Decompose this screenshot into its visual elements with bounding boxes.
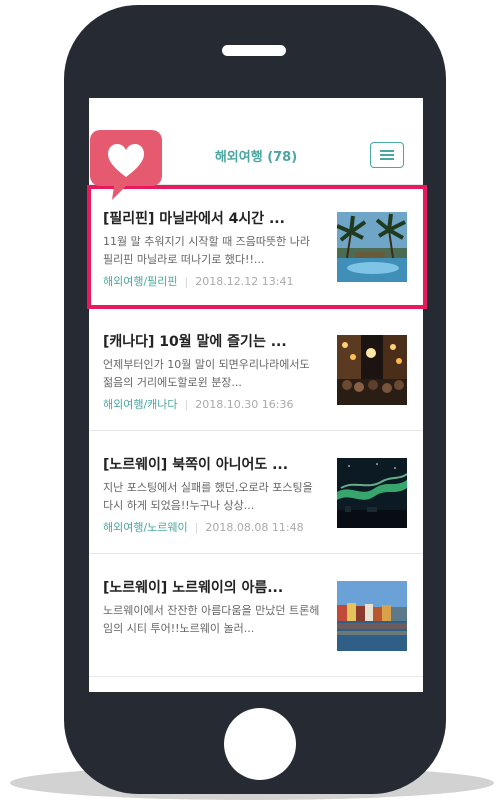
night-street-crowd-photo[interactable] bbox=[337, 335, 407, 405]
post-title[interactable]: [캐나다] 10월 말에 즐기는 ... bbox=[103, 331, 323, 351]
home-button[interactable] bbox=[224, 708, 296, 780]
menu-line bbox=[380, 158, 394, 160]
post-title[interactable]: [노르웨이] 북쪽이 아니어도 ... bbox=[103, 454, 323, 474]
heart-icon bbox=[90, 130, 162, 202]
promo-stage: 해외여행 (78) [필리핀] 마닐라에서 4시간 ... 11월 말 추워지기… bbox=[0, 0, 501, 800]
post-category[interactable]: 해외여행/캐나다 bbox=[103, 398, 178, 411]
post-summary: 지난 포스팅에서 실패를 했던,오로라 포스팅을 다시 하게 되었음!!누구나 … bbox=[103, 481, 313, 512]
highlight-frame bbox=[87, 185, 427, 309]
menu-line bbox=[380, 154, 394, 156]
list-item[interactable]: [노르웨이] 노르웨이의 아름... 노르웨이에서 잔잔한 아름다움을 만났던 … bbox=[89, 554, 423, 677]
phone-speaker bbox=[222, 45, 286, 56]
list-item[interactable]: [노르웨이] 북쪽이 아니어도 ... 지난 포스팅에서 실패를 했던,오로라 … bbox=[89, 431, 423, 554]
post-category[interactable]: 해외여행/노르웨이 bbox=[103, 521, 188, 534]
harbor-houses-photo[interactable] bbox=[337, 581, 407, 651]
list-item[interactable]: [캐나다] 10월 말에 즐기는 ... 언제부터인가 10월 말이 되면우리나… bbox=[89, 308, 423, 431]
post-meta: 해외여행/캐나다 | 2018.10.30 16:36 bbox=[103, 396, 293, 412]
post-date: 2018.10.30 16:36 bbox=[195, 398, 294, 411]
post-meta: 해외여행/노르웨이 | 2018.08.08 11:48 bbox=[103, 519, 304, 535]
menu-line bbox=[380, 150, 394, 152]
post-summary: 언제부터인가 10월 말이 되면우리나라에서도 젊음의 거리에도할로윈 분장..… bbox=[103, 358, 310, 389]
hamburger-menu-icon[interactable] bbox=[370, 142, 404, 168]
post-summary: 노르웨이에서 잔잔한 아름다움을 만났던 트론헤임의 시티 투어!!노르웨이 놀… bbox=[103, 604, 320, 635]
post-date: 2018.08.08 11:48 bbox=[205, 521, 304, 534]
post-title[interactable]: [노르웨이] 노르웨이의 아름... bbox=[103, 577, 323, 597]
aurora-night-sky-photo[interactable] bbox=[337, 458, 407, 528]
meta-divider: | bbox=[184, 398, 189, 411]
meta-divider: | bbox=[194, 521, 199, 534]
